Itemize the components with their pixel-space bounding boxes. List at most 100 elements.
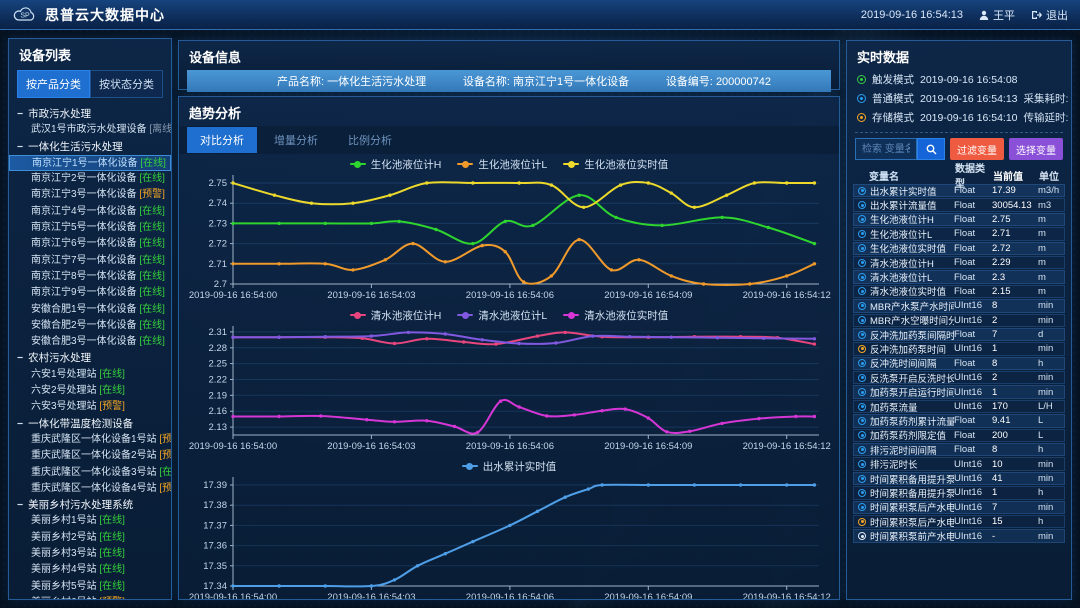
- device-tree-item[interactable]: 美丽乡村1号站 [在线]: [9, 513, 171, 529]
- device-tree-item[interactable]: 南京江宁9号一体化设备 [在线]: [9, 285, 171, 301]
- variable-row[interactable]: 时间累积备用提升泵分UInt1641min: [853, 472, 1065, 485]
- device-list-tabs: 按产品分类 按状态分类: [17, 70, 163, 98]
- device-tree-item[interactable]: 重庆武隆区一体化设备3号站 [在线]: [9, 465, 171, 481]
- variable-row[interactable]: 生化池液位计LFloat2.71m: [853, 227, 1065, 240]
- device-tree-item[interactable]: 重庆武隆区一体化设备2号站 [预警]: [9, 448, 171, 464]
- variable-status-icon: [858, 259, 866, 267]
- variable-row[interactable]: MBR产水空曝时间分UInt162min: [853, 314, 1065, 327]
- svg-text:2.16: 2.16: [209, 406, 228, 417]
- variable-row[interactable]: 生化池液位实时值Float2.72m: [853, 242, 1065, 255]
- variable-status-icon: [858, 475, 866, 483]
- device-tree-item[interactable]: 南京江宁1号一体化设备 [在线]: [9, 155, 171, 171]
- legend-item[interactable]: 生化池液位实时值: [563, 157, 668, 172]
- variable-name: 排污泥时长: [870, 457, 954, 471]
- device-tree-item[interactable]: 重庆武隆区一体化设备1号站 [预警]: [9, 432, 171, 448]
- product-name: 产品名称: 一体化生活污水处理: [277, 73, 426, 89]
- device-tree-item[interactable]: 美丽乡村3号站 [在线]: [9, 546, 171, 562]
- variable-unit: m: [1038, 257, 1064, 268]
- device-tree-item[interactable]: 南京江宁8号一体化设备 [在线]: [9, 269, 171, 285]
- legend-item[interactable]: 生化池液位计L: [457, 157, 547, 172]
- tree-group-header[interactable]: −一体化带温度检测设备: [9, 416, 171, 432]
- device-tree-item[interactable]: 六安1号处理站 [在线]: [9, 367, 171, 383]
- svg-text:2019-09-16 16:54:06: 2019-09-16 16:54:06: [466, 592, 554, 600]
- user-menu[interactable]: 王平: [979, 7, 1015, 23]
- variable-row[interactable]: 排污泥时长UInt1610min: [853, 457, 1065, 470]
- device-tree-item[interactable]: 美丽乡村6号站 [预警]: [9, 595, 171, 600]
- device-tree-item[interactable]: 美丽乡村5号站 [在线]: [9, 579, 171, 595]
- variable-name: 生化池液位实时值: [870, 241, 954, 255]
- variable-row[interactable]: 清水池液位实时值Float2.15m: [853, 285, 1065, 298]
- variable-type: Float: [954, 257, 992, 268]
- variable-row[interactable]: 加药泵药剂累计流量Float9.41L: [853, 414, 1065, 427]
- variable-row[interactable]: 清水池液位计HFloat2.29m: [853, 256, 1065, 269]
- chart-legend: 生化池液位计H 生化池液位计L 生化池液位实时值: [187, 156, 831, 172]
- variable-row[interactable]: 排污泥时间间隔Float8h: [853, 443, 1065, 456]
- variable-row[interactable]: 出水累计流量值Float30054.13m3: [853, 198, 1065, 211]
- search-input[interactable]: [855, 138, 917, 160]
- device-name: 重庆武隆区一体化设备4号站: [31, 483, 159, 494]
- svg-text:2.25: 2.25: [209, 359, 228, 370]
- variable-row[interactable]: 反冲洗加药泵间隔时间Float7d: [853, 328, 1065, 341]
- variable-row[interactable]: MBR产水泵产水时间分UInt168min: [853, 299, 1065, 312]
- legend-item[interactable]: 清水池液位计L: [457, 308, 547, 323]
- legend-item[interactable]: 清水池液位实时值: [563, 308, 668, 323]
- variable-name: 反冲洗加药泵时间: [870, 342, 954, 356]
- logout-button[interactable]: 退出: [1031, 7, 1068, 23]
- tab-by-product[interactable]: 按产品分类: [17, 70, 90, 98]
- svg-text:2.7: 2.7: [214, 279, 227, 290]
- device-name: 安徽合肥2号一体化设备: [31, 320, 139, 331]
- variable-row[interactable]: 加药泵药剂限定值Float200L: [853, 429, 1065, 442]
- variable-row[interactable]: 反洗泵开启反洗时长UInt162min: [853, 371, 1065, 384]
- realtime-panel: 实时数据 触发模式2019-09-16 16:54:08普通模式2019-09-…: [846, 40, 1072, 600]
- tab-increment-analysis[interactable]: 增量分析: [261, 127, 331, 153]
- tree-group-header[interactable]: −一体化生活污水处理: [9, 139, 171, 155]
- mode-time: 2019-09-16 16:54:13: [920, 93, 1018, 105]
- variable-row[interactable]: 时间累积备用提升泵时UInt161h: [853, 486, 1065, 499]
- device-name: 安徽合肥3号一体化设备: [31, 336, 139, 347]
- variable-row[interactable]: 时间累积泵前产水电动阀分UInt16-min: [853, 529, 1065, 542]
- variable-row[interactable]: 反冲洗加药泵时间UInt161min: [853, 342, 1065, 355]
- variable-row[interactable]: 加药泵开启运行时间UInt161min: [853, 385, 1065, 398]
- variable-row[interactable]: 反冲洗时间间隔Float8h: [853, 357, 1065, 370]
- variable-row[interactable]: 出水累计实时值Float17.39m3/h: [853, 184, 1065, 197]
- legend-item[interactable]: 生化池液位计H: [350, 157, 442, 172]
- device-tree-item[interactable]: 武汉1号市政污水处理设备 [离线]: [9, 122, 171, 138]
- top-header: SP 思普云大数据中心 2019-09-16 16:54:13 王平 退出: [0, 0, 1080, 30]
- device-tree-item[interactable]: 南京江宁7号一体化设备 [在线]: [9, 253, 171, 269]
- device-tree-item[interactable]: 南京江宁6号一体化设备 [在线]: [9, 236, 171, 252]
- filter-variables-button[interactable]: 过滤变量: [950, 138, 1004, 160]
- variable-row[interactable]: 生化池液位计HFloat2.75m: [853, 213, 1065, 226]
- device-tree-item[interactable]: 美丽乡村4号站 [在线]: [9, 562, 171, 578]
- tab-by-status[interactable]: 按状态分类: [90, 70, 163, 98]
- device-tree-item[interactable]: 安徽合肥2号一体化设备 [在线]: [9, 318, 171, 334]
- device-tree-item[interactable]: 美丽乡村2号站 [在线]: [9, 530, 171, 546]
- device-tree-item[interactable]: 南京江宁2号一体化设备 [在线]: [9, 171, 171, 187]
- search-button[interactable]: [917, 138, 945, 160]
- select-variables-button[interactable]: 选择变量: [1009, 138, 1063, 160]
- variable-row[interactable]: 加药泵流量UInt16170L/H: [853, 400, 1065, 413]
- variable-value: 8: [992, 358, 1038, 369]
- device-tree-item[interactable]: 安徽合肥3号一体化设备 [在线]: [9, 334, 171, 350]
- variable-row[interactable]: 时间累积泵后产水电动阀分UInt167min: [853, 501, 1065, 514]
- device-tree-item[interactable]: 南京江宁4号一体化设备 [在线]: [9, 204, 171, 220]
- tree-group-header[interactable]: −美丽乡村污水处理系统: [9, 497, 171, 513]
- tab-compare-analysis[interactable]: 对比分析: [187, 127, 257, 153]
- device-tree-item[interactable]: 安徽合肥1号一体化设备 [在线]: [9, 302, 171, 318]
- device-tree-item[interactable]: 六安2号处理站 [在线]: [9, 383, 171, 399]
- legend-item[interactable]: 出水累计实时值: [462, 459, 557, 474]
- tree-group-header[interactable]: −农村污水处理: [9, 350, 171, 366]
- variable-row[interactable]: 清水池液位计LFloat2.3m: [853, 270, 1065, 283]
- variable-unit: h: [1038, 516, 1064, 527]
- device-tree-item[interactable]: 六安3号处理站 [预警]: [9, 399, 171, 415]
- tab-ratio-analysis[interactable]: 比例分析: [335, 127, 405, 153]
- device-tree-item[interactable]: 重庆武隆区一体化设备4号站 [预警]: [9, 481, 171, 497]
- variable-name: MBR产水空曝时间分: [870, 313, 954, 327]
- tree-group-header[interactable]: −市政污水处理: [9, 106, 171, 122]
- device-tree-item[interactable]: 南京江宁3号一体化设备 [预警]: [9, 187, 171, 203]
- variable-row[interactable]: 时间累积泵后产水电动阀时UInt1615h: [853, 515, 1065, 528]
- svg-text:2019-09-16 16:54:09: 2019-09-16 16:54:09: [604, 592, 692, 600]
- device-status-tag: [在线]: [99, 532, 125, 543]
- device-tree-item[interactable]: 南京江宁5号一体化设备 [在线]: [9, 220, 171, 236]
- legend-item[interactable]: 清水池液位计H: [350, 308, 442, 323]
- device-name: 美丽乡村6号站: [31, 597, 99, 600]
